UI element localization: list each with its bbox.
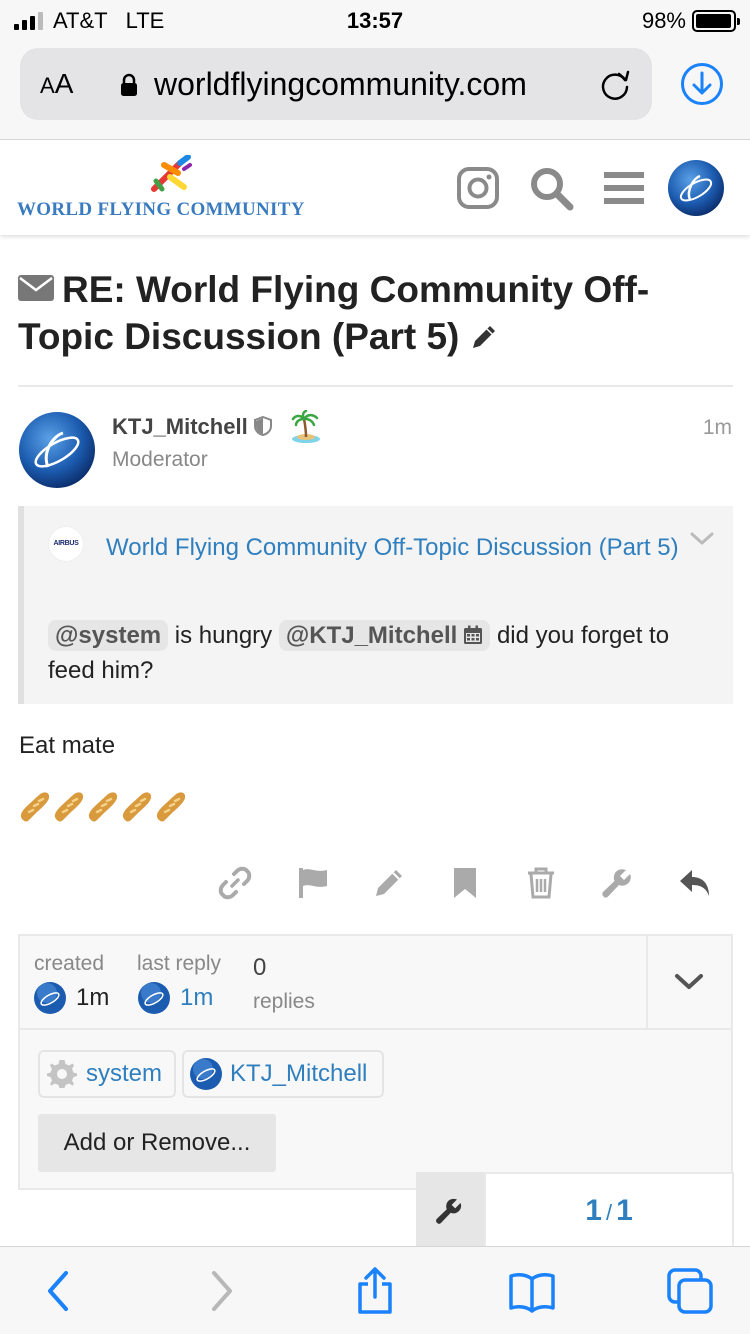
- reader-options-button[interactable]: AA: [40, 68, 73, 100]
- gear-icon: [47, 1060, 77, 1088]
- baguette-icon: [156, 792, 186, 822]
- bookmarks-icon[interactable]: [508, 1267, 556, 1315]
- battery-icon: [692, 10, 740, 32]
- progress-separator: /: [605, 1200, 613, 1225]
- baguette-emojis: [19, 790, 188, 830]
- post-author-avatar[interactable]: [19, 412, 95, 488]
- last-reply-avatar[interactable]: [138, 982, 170, 1014]
- status-right: 98%: [641, 8, 740, 34]
- mention-ktj-mitchell[interactable]: @KTJ_Mitchell: [278, 620, 491, 651]
- baguette-icon: [54, 792, 84, 822]
- post-username[interactable]: KTJ_Mitchell: [112, 414, 248, 440]
- bookmark-icon[interactable]: [448, 866, 482, 900]
- mention-system[interactable]: @system: [48, 620, 169, 651]
- add-remove-participants-button[interactable]: Add or Remove...: [38, 1114, 276, 1172]
- reply-icon[interactable]: [678, 866, 712, 900]
- back-icon[interactable]: [36, 1267, 84, 1315]
- quote-body: @system is hungry @KTJ_Mitchell did you …: [48, 618, 708, 688]
- quote-block: AIRBUS World Flying Community Off-Topic …: [18, 506, 733, 704]
- topic-title-text[interactable]: RE: World Flying Community Off-Topic Dis…: [18, 269, 649, 357]
- progress-counter: 1/1: [486, 1194, 732, 1228]
- plane-logo-icon[interactable]: [150, 155, 194, 195]
- user-title: Moderator: [112, 448, 208, 471]
- replies-count: 0: [253, 954, 267, 981]
- wrench-icon: [436, 1198, 462, 1224]
- wrench-icon[interactable]: [600, 866, 634, 900]
- link-icon[interactable]: [218, 866, 252, 900]
- post-actions: [0, 864, 750, 908]
- last-reply-label: last reply: [137, 952, 222, 975]
- battery-percent: 98%: [641, 8, 686, 33]
- edit-icon[interactable]: [372, 866, 406, 900]
- delete-icon[interactable]: [524, 866, 558, 900]
- topic-progress[interactable]: 1/1: [484, 1172, 734, 1246]
- baguette-icon: [122, 792, 152, 822]
- post-date[interactable]: 1m: [703, 416, 732, 440]
- expand-quote-chevron-icon[interactable]: [689, 530, 715, 548]
- quote-topic-link[interactable]: World Flying Community Off-Topic Discuss…: [48, 530, 688, 565]
- search-icon[interactable]: [528, 165, 574, 211]
- topic-map-divider: [646, 936, 648, 1030]
- browser-address-area: AA worldflyingcommunity.com: [0, 40, 750, 140]
- moderator-shield-icon: [254, 416, 272, 436]
- participant-avatar: [190, 1058, 222, 1090]
- baguette-icon: [88, 792, 118, 822]
- created-value: 1m: [76, 984, 110, 1011]
- quote-text-1: is hungry: [168, 622, 279, 649]
- title-divider: [18, 385, 733, 387]
- user-avatar[interactable]: [668, 160, 724, 216]
- topic-map-summary: created 1m last reply 1m 0 replies: [20, 936, 731, 1030]
- url-text[interactable]: worldflyingcommunity.com: [154, 66, 527, 103]
- total-posts: 1: [616, 1194, 633, 1227]
- participant-system[interactable]: system: [38, 1050, 176, 1098]
- address-bar[interactable]: AA worldflyingcommunity.com: [20, 48, 652, 120]
- lock-icon: [121, 73, 137, 96]
- current-post: 1: [585, 1194, 602, 1227]
- replies-label: replies: [253, 990, 315, 1013]
- expand-topic-map-icon[interactable]: [674, 972, 704, 992]
- reload-icon[interactable]: [598, 68, 632, 102]
- participant-label: system: [86, 1060, 163, 1087]
- clock: 13:57: [346, 8, 404, 33]
- participant-ktj-mitchell[interactable]: KTJ_Mitchell: [182, 1050, 384, 1098]
- instagram-icon[interactable]: [455, 165, 501, 211]
- flag-icon[interactable]: [296, 866, 330, 900]
- edit-title-icon[interactable]: [469, 322, 499, 352]
- private-message-icon: [18, 275, 54, 301]
- island-flair-icon: [291, 410, 320, 443]
- site-logo-text[interactable]: WORLD FLYING COMMUNITY: [17, 199, 305, 221]
- share-icon[interactable]: [351, 1267, 399, 1315]
- downloads-icon[interactable]: [680, 62, 724, 106]
- site-header: WORLD FLYING COMMUNITY: [0, 141, 750, 235]
- admin-menu-button[interactable]: [416, 1172, 484, 1246]
- calendar-icon: [464, 625, 483, 644]
- status-bar: AT&T LTE 13:57 98%: [0, 0, 750, 40]
- mention-ktj-mitchell-label: @KTJ_Mitchell: [285, 622, 458, 649]
- tabs-icon[interactable]: [666, 1267, 714, 1315]
- participant-label: KTJ_Mitchell: [230, 1060, 368, 1087]
- topic-map: created 1m last reply 1m 0 replies syste…: [18, 934, 733, 1190]
- last-reply-value[interactable]: 1m: [180, 984, 213, 1012]
- topic-title: RE: World Flying Community Off-Topic Dis…: [18, 266, 733, 360]
- browser-toolbar: [0, 1246, 750, 1334]
- forward-icon[interactable]: [196, 1267, 244, 1315]
- post-body-text: Eat mate: [19, 732, 116, 759]
- baguette-icon: [20, 792, 50, 822]
- created-by-avatar[interactable]: [34, 982, 66, 1014]
- created-label: created: [34, 952, 105, 975]
- menu-icon[interactable]: [601, 165, 647, 211]
